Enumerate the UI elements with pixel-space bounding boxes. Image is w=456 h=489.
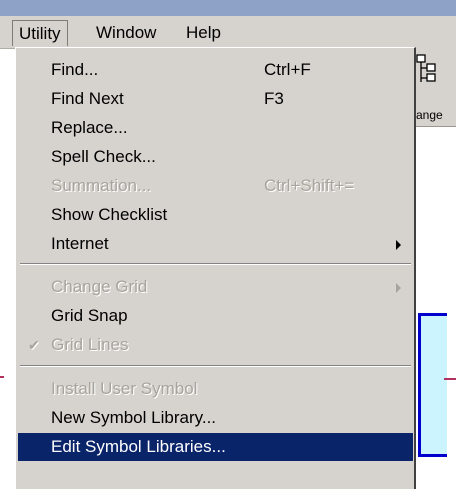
menu-separator	[20, 365, 411, 367]
menu-item-find-next[interactable]: Find Next F3	[18, 85, 413, 113]
menu-item-label: Internet	[51, 234, 109, 253]
menu-item-label: Change Grid	[51, 277, 148, 296]
menu-utility[interactable]: Utility	[12, 20, 68, 46]
menu-item-show-checklist[interactable]: Show Checklist	[18, 201, 413, 229]
menu-item-label: New Symbol Library...	[51, 408, 217, 427]
menu-item-install-user-symbol[interactable]: Install User Symbol	[18, 375, 413, 403]
menu-help[interactable]: Help	[180, 20, 227, 46]
diagram-symbol[interactable]	[418, 313, 447, 457]
menu-bar: Utility Window Help	[0, 16, 456, 49]
menu-item-find[interactable]: Find... Ctrl+F	[18, 56, 413, 84]
menu-item-grid-snap[interactable]: Grid Snap	[18, 302, 413, 330]
checkmark-icon: ✔	[28, 337, 40, 353]
menu-item-label: Grid Snap	[51, 306, 128, 325]
menu-item-spell-check[interactable]: Spell Check...	[18, 143, 413, 171]
menu-item-label: Install User Symbol	[51, 379, 198, 398]
menu-item-label: Find...	[51, 60, 99, 79]
title-bar-strip	[0, 0, 456, 16]
menu-item-label: Spell Check...	[51, 147, 156, 166]
toolbar-button-label[interactable]: ange	[416, 108, 443, 122]
menu-item-grid-lines[interactable]: ✔ Grid Lines	[18, 331, 413, 359]
utility-dropdown-menu: Find... Ctrl+F Find Next F3 Replace... S…	[15, 47, 416, 489]
menu-item-internet[interactable]: Internet	[18, 230, 413, 258]
toolbar-fragment: ange	[416, 48, 456, 127]
menu-item-new-symbol-library[interactable]: New Symbol Library...	[18, 404, 413, 432]
menu-item-change-grid[interactable]: Change Grid	[18, 273, 413, 301]
menu-item-replace[interactable]: Replace...	[18, 114, 413, 142]
menu-item-label: Summation...	[51, 176, 152, 195]
menu-item-label: Grid Lines	[51, 335, 129, 354]
menu-item-summation[interactable]: Summation... Ctrl+Shift+=	[18, 172, 413, 200]
menu-item-label: Find Next	[51, 89, 124, 108]
menu-item-label: Edit Symbol Libraries...	[51, 437, 226, 456]
menu-item-shortcut: Ctrl+F	[264, 60, 311, 79]
menu-separator	[20, 263, 411, 265]
menu-item-label: Replace...	[51, 118, 128, 137]
submenu-arrow-icon	[396, 240, 401, 250]
menu-item-edit-symbol-libraries[interactable]: Edit Symbol Libraries...	[18, 433, 413, 461]
menu-item-shortcut: F3	[264, 89, 284, 108]
diagram-wire-left	[0, 376, 4, 378]
org-chart-icon[interactable]	[416, 54, 440, 89]
menu-item-shortcut: Ctrl+Shift+=	[264, 176, 355, 195]
menu-window[interactable]: Window	[90, 20, 162, 46]
submenu-arrow-icon	[396, 283, 401, 293]
menu-item-label: Show Checklist	[51, 205, 168, 224]
diagram-wire	[444, 378, 456, 380]
